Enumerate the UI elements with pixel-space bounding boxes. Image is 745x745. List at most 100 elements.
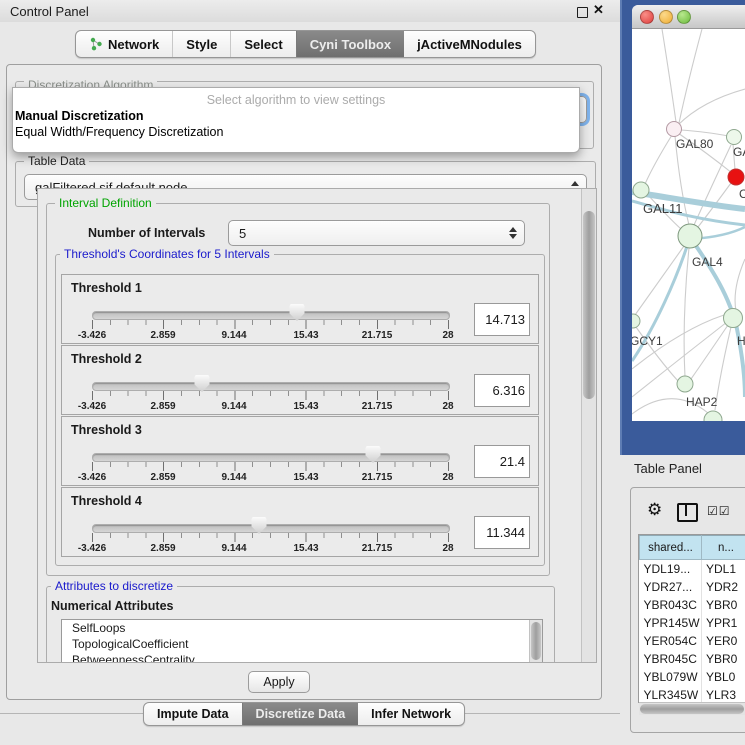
list-scrollbar[interactable] (529, 620, 542, 663)
attributes-group-title: Attributes to discretize (51, 579, 177, 593)
tab-network[interactable]: Network (76, 31, 172, 57)
threshold-panel: Threshold 4 -3.426 2.859 9.144 15.43 21.… (61, 487, 539, 557)
slider-ticks (92, 462, 449, 472)
popup-placeholder-item[interactable]: Select algorithm to view settings (15, 92, 577, 108)
numerical-attributes-list[interactable]: SelfLoops TopologicalCoefficient Between… (61, 619, 543, 663)
threshold-value-field[interactable]: 11.344 (474, 516, 530, 549)
threshold-label: Threshold 1 (71, 281, 142, 295)
slider-ticks (92, 391, 449, 401)
list-item[interactable]: BetweennessCentrality (62, 652, 542, 663)
node-gal11[interactable] (633, 182, 649, 198)
table-row[interactable]: YBL079WYBL0 (640, 668, 745, 686)
table-panel-title: Table Panel (634, 461, 702, 476)
column-header-shared-name[interactable]: shared... (640, 536, 702, 560)
window-title: Control Panel (10, 4, 89, 19)
cyni-toolbox-panel: Discretization Algorithm Table Data galF… (6, 64, 602, 700)
threshold-slider[interactable] (92, 453, 450, 462)
table-row[interactable]: YPR145WYPR1 (640, 614, 745, 632)
node-label-partial: C (739, 187, 745, 201)
number-of-intervals-label: Number of Intervals (88, 226, 205, 240)
threshold-value-field[interactable]: 21.4 (474, 445, 530, 478)
threshold-slider[interactable] (92, 311, 450, 320)
float-window-icon[interactable] (577, 7, 588, 18)
table-data-title: Table Data (24, 154, 89, 168)
node[interactable] (724, 309, 743, 328)
node-label-partial: H (737, 334, 745, 348)
table-hscrollbar[interactable] (639, 702, 745, 715)
table-row[interactable]: YBR043CYBR0 (640, 596, 745, 614)
threshold-slider[interactable] (92, 382, 450, 391)
network-icon (89, 37, 103, 51)
node-gcy1[interactable] (632, 314, 640, 328)
interval-definition-group: Interval Definition Number of Intervals … (46, 203, 550, 576)
node-gal80[interactable] (667, 122, 682, 137)
select-columns-icon[interactable]: ☑☑ (707, 504, 731, 518)
split-columns-icon[interactable] (677, 503, 698, 522)
threshold-value-field[interactable]: 14.713 (474, 303, 530, 336)
minimize-traffic-light-icon[interactable] (659, 10, 673, 24)
threshold-panel: Threshold 3 -3.426 2.859 9.144 15.43 21.… (61, 416, 539, 486)
node-gal4[interactable] (678, 224, 702, 248)
apply-button[interactable]: Apply (248, 671, 310, 693)
table-row[interactable]: YDL19...YDL1 (640, 560, 745, 579)
slider-ticks (92, 320, 449, 330)
settings-scrollpane: Interval Definition Number of Intervals … (37, 188, 597, 663)
threshold-panel: Threshold 2 -3.426 2.859 9.144 15.43 21.… (61, 345, 539, 415)
zoom-traffic-light-icon[interactable] (677, 10, 691, 24)
threshold-label: Threshold 4 (71, 494, 142, 508)
cyni-mode-tabs: Impute Data Discretize Data Infer Networ… (143, 702, 465, 726)
control-panel-tabs: Network Style Select Cyni Toolbox jActiv… (75, 30, 536, 58)
table-row[interactable]: YBR045CYBR0 (640, 650, 745, 668)
interval-definition-title: Interval Definition (55, 196, 156, 210)
slider-ticks (92, 533, 449, 543)
combo-arrows-icon (504, 227, 522, 239)
gear-icon[interactable]: ⚙ (647, 501, 662, 520)
network-canvas[interactable]: GAL80 GA GAL11 C GAL4 GCY1 H HAP2 (632, 29, 745, 421)
network-window-titlebar (632, 5, 745, 29)
tab-impute-data[interactable]: Impute Data (144, 703, 242, 725)
list-item[interactable]: TopologicalCoefficient (62, 636, 542, 652)
number-of-intervals-value: 5 (229, 226, 504, 241)
close-icon[interactable]: ✕ (593, 2, 604, 18)
node-label-gal4: GAL4 (692, 255, 723, 269)
tab-jactivemnodules[interactable]: jActiveMNodules (404, 31, 535, 57)
control-panel-titlebar: Control Panel ✕ (0, 0, 620, 22)
node-hap2[interactable] (677, 376, 693, 392)
numerical-attributes-label: Numerical Attributes (51, 599, 173, 613)
tab-cyni-toolbox[interactable]: Cyni Toolbox (296, 31, 404, 57)
list-item[interactable]: SelfLoops (62, 620, 542, 636)
node-selected-red[interactable] (728, 169, 744, 185)
threshold-value-field[interactable]: 6.316 (474, 374, 530, 407)
node-label-gal11: GAL11 (643, 201, 683, 216)
tab-select[interactable]: Select (230, 31, 295, 57)
number-of-intervals-combobox[interactable]: 5 (228, 220, 525, 246)
table-panel: ⚙ ☑☑ shared... n... YDL19...YDL1 YDR27..… (630, 487, 745, 733)
node-label-hap2: HAP2 (686, 395, 717, 409)
settings-scrollbar[interactable] (581, 189, 596, 662)
threshold-label: Threshold 3 (71, 423, 142, 437)
node-label-gal80: GAL80 (676, 137, 713, 151)
node-label-partial: GA (733, 145, 745, 159)
popup-option-manual-discretization[interactable]: Manual Discretization (15, 108, 577, 124)
node[interactable] (727, 130, 742, 145)
table-row[interactable]: YDR27...YDR2 (640, 578, 745, 596)
tab-style[interactable]: Style (172, 31, 230, 57)
thresholds-group-title: Threshold's Coordinates for 5 Intervals (60, 247, 274, 261)
node-table: shared... n... YDL19...YDL1 YDR27...YDR2… (638, 534, 745, 703)
column-header-name[interactable]: n... (702, 536, 745, 560)
node-label-gcy1: GCY1 (632, 334, 663, 348)
close-traffic-light-icon[interactable] (640, 10, 654, 24)
thresholds-group: Threshold's Coordinates for 5 Intervals … (55, 254, 545, 566)
threshold-label: Threshold 2 (71, 352, 142, 366)
algorithm-dropdown-popup: Select algorithm to view settings Manual… (12, 87, 580, 153)
tab-infer-network[interactable]: Infer Network (358, 703, 464, 725)
table-row[interactable]: YER054CYER0 (640, 632, 745, 650)
threshold-panel: Threshold 1 -3.426 2.859 9.144 15.43 21.… (61, 274, 539, 344)
table-row[interactable]: YLR345WYLR3 (640, 686, 745, 703)
attributes-group: Attributes to discretize Numerical Attri… (46, 586, 555, 663)
tab-discretize-data[interactable]: Discretize Data (242, 703, 359, 725)
popup-option-equal-width[interactable]: Equal Width/Frequency Discretization (15, 124, 577, 140)
threshold-slider[interactable] (92, 524, 450, 533)
network-view-window: GAL80 GA GAL11 C GAL4 GCY1 H HAP2 (632, 5, 745, 421)
network-graph (632, 29, 745, 421)
